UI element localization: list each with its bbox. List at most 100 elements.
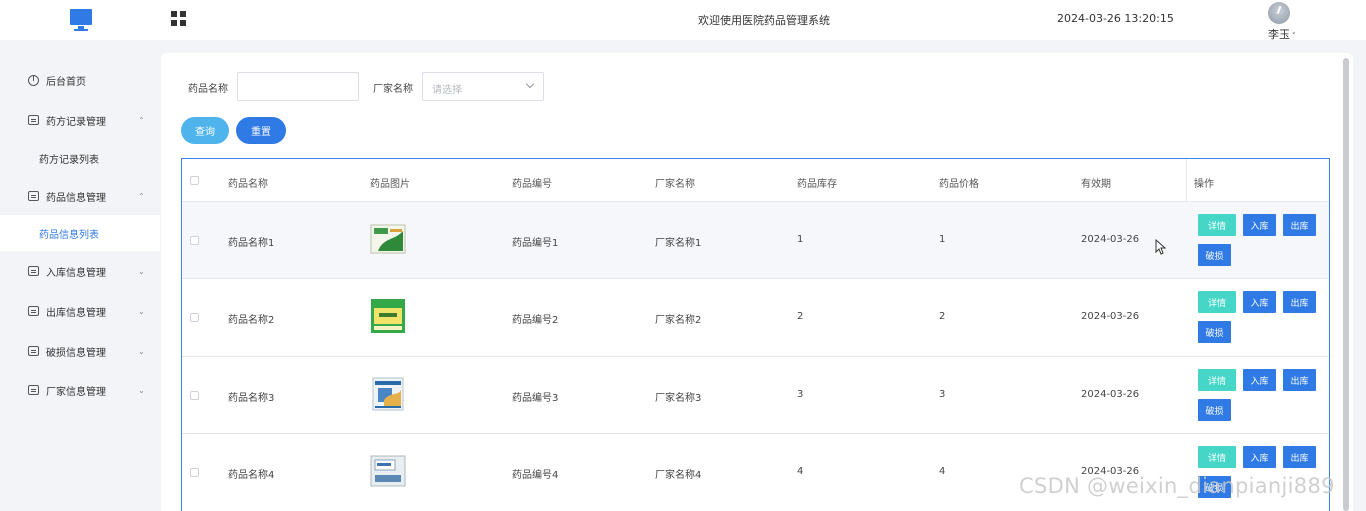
table-header: 药品名称 药品图片 药品编号 厂家名称 药品库存 药品价格 有效期 操作 [182, 159, 1329, 202]
expiry-cell: 2024-03-26 [1081, 389, 1140, 400]
column-header[interactable]: 药品图片 [370, 175, 410, 190]
column-header[interactable]: 药品库存 [797, 175, 837, 190]
stock-out-button[interactable]: 出库 [1283, 369, 1316, 391]
sidebar-item-label: 破损信息管理 [46, 347, 106, 359]
stock-cell: 2 [797, 311, 804, 322]
sidebar-item-dashboard[interactable]: 后台首页 [0, 62, 160, 98]
select-all-checkbox[interactable] [190, 176, 199, 185]
sidebar-subitem-prescription-list[interactable]: 药方记录列表 [0, 140, 160, 176]
price-cell: 1 [939, 234, 946, 245]
column-header[interactable]: 厂家名称 [655, 175, 695, 190]
sidebar-item-manufacturer-management[interactable]: 厂家信息管理 ⌄ [0, 372, 160, 408]
column-header[interactable]: 有效期 [1081, 175, 1111, 190]
drug-table: 药品名称 药品图片 药品编号 厂家名称 药品库存 药品价格 有效期 操作 药品名… [181, 158, 1330, 511]
drug-name-cell: 药品名称4 [228, 470, 275, 481]
sidebar-item-prescription-management[interactable]: 药方记录管理 ⌃ [0, 102, 160, 138]
pie-chart-icon [28, 74, 39, 86]
stock-out-button[interactable]: 出库 [1283, 291, 1316, 313]
drug-name-cell: 药品名称3 [228, 393, 275, 404]
chevron-up-icon: ⌃ [138, 115, 145, 125]
avatar[interactable] [1268, 2, 1290, 24]
list-card-icon [28, 191, 39, 201]
sidebar-item-label: 后台首页 [46, 76, 86, 88]
detail-button[interactable]: 详情 [1198, 291, 1236, 313]
table-row[interactable]: 药品名称4 药品编号4 厂家名称4 4 4 2024-03-26 详情 入库 出… [182, 434, 1329, 511]
chevron-up-icon: ⌃ [138, 191, 145, 201]
drug-code-cell: 药品编号3 [512, 393, 559, 404]
stock-in-button[interactable]: 入库 [1243, 446, 1276, 468]
stock-in-button[interactable]: 入库 [1243, 291, 1276, 313]
drug-name-cell: 药品名称1 [228, 238, 275, 249]
manufacturer-label: 厂家名称 [373, 84, 413, 95]
list-card-icon [28, 385, 39, 395]
price-cell: 3 [939, 389, 946, 400]
column-header[interactable]: 药品价格 [939, 175, 979, 190]
stock-in-button[interactable]: 入库 [1243, 369, 1276, 391]
chevron-down-icon[interactable]: ˅ [1292, 32, 1296, 40]
drug-image[interactable] [370, 221, 406, 257]
chevron-down-icon: ⌄ [138, 306, 145, 316]
stock-out-button[interactable]: 出库 [1283, 446, 1316, 468]
drug-name-label: 药品名称 [188, 84, 228, 95]
sidebar: 后台首页 药方记录管理 ⌃ 药方记录列表 药品信息管理 ⌃ 药品信息列表 入库信… [0, 40, 160, 511]
manufacturer-cell: 厂家名称1 [655, 238, 702, 249]
sidebar-item-label: 药方记录列表 [39, 154, 99, 166]
table-row[interactable]: 药品名称3 药品编号3 厂家名称3 3 3 2024-03-26 详情 入库 出… [182, 357, 1329, 434]
price-cell: 4 [939, 466, 946, 477]
user-menu[interactable]: 李玉 ˅ [1265, 2, 1305, 41]
list-card-icon [28, 115, 39, 125]
column-header[interactable]: 药品名称 [228, 175, 268, 190]
sidebar-item-label: 入库信息管理 [46, 267, 106, 279]
stock-cell: 1 [797, 234, 804, 245]
column-header: 操作 [1194, 179, 1214, 190]
detail-button[interactable]: 详情 [1198, 446, 1236, 468]
row-checkbox[interactable] [190, 468, 199, 477]
vertical-scrollbar[interactable] [1343, 58, 1349, 511]
sidebar-item-label: 药品信息管理 [46, 192, 106, 204]
drug-code-cell: 药品编号4 [512, 470, 559, 481]
chevron-down-icon: ⌄ [138, 266, 145, 276]
stock-in-button[interactable]: 入库 [1243, 214, 1276, 236]
sidebar-item-stock-out-management[interactable]: 出库信息管理 ⌄ [0, 293, 160, 329]
sidebar-subitem-drug-info-list[interactable]: 药品信息列表 [0, 215, 160, 251]
damage-button[interactable]: 破损 [1198, 399, 1231, 421]
expiry-cell: 2024-03-26 [1081, 311, 1140, 322]
detail-button[interactable]: 详情 [1198, 369, 1236, 391]
stock-cell: 3 [797, 389, 804, 400]
damage-button[interactable]: 破损 [1198, 321, 1231, 343]
drug-image[interactable] [370, 376, 406, 412]
drug-code-cell: 药品编号1 [512, 238, 559, 249]
top-header: 欢迎使用医院药品管理系统 2024-03-26 13:20:15 李玉 ˅ [0, 0, 1366, 41]
expiry-cell: 2024-03-26 [1081, 234, 1140, 245]
damage-button[interactable]: 破损 [1198, 244, 1231, 266]
reset-button[interactable]: 重置 [236, 117, 286, 144]
user-name: 李玉 [1268, 28, 1290, 41]
detail-button[interactable]: 详情 [1198, 214, 1236, 236]
list-card-icon [28, 266, 39, 276]
current-datetime: 2024-03-26 13:20:15 [1057, 12, 1174, 25]
column-header[interactable]: 药品编号 [512, 175, 552, 190]
stock-out-button[interactable]: 出库 [1283, 214, 1316, 236]
sidebar-item-stock-in-management[interactable]: 入库信息管理 ⌄ [0, 253, 160, 289]
sidebar-item-drug-info-management[interactable]: 药品信息管理 ⌃ [0, 178, 160, 214]
manufacturer-cell: 厂家名称2 [655, 315, 702, 326]
chevron-down-icon [525, 79, 535, 89]
drug-name-input[interactable] [237, 72, 359, 101]
chevron-down-icon: ⌄ [138, 346, 145, 356]
drug-image[interactable] [370, 298, 406, 334]
row-checkbox[interactable] [190, 313, 199, 322]
sidebar-item-label: 厂家信息管理 [46, 386, 106, 398]
table-row[interactable]: 药品名称2 药品编号2 厂家名称2 2 2 2024-03-26 详情 入库 出… [182, 279, 1329, 357]
query-button[interactable]: 查询 [181, 117, 229, 144]
sidebar-item-damage-management[interactable]: 破损信息管理 ⌄ [0, 333, 160, 369]
manufacturer-cell: 厂家名称3 [655, 393, 702, 404]
sidebar-item-label: 出库信息管理 [46, 307, 106, 319]
sidebar-item-label: 药品信息列表 [39, 229, 99, 241]
list-card-icon [28, 346, 39, 356]
row-checkbox[interactable] [190, 236, 199, 245]
mouse-cursor-icon [1155, 239, 1167, 255]
stock-cell: 4 [797, 466, 804, 477]
row-checkbox[interactable] [190, 391, 199, 400]
manufacturer-select[interactable]: 请选择 [422, 72, 544, 101]
drug-image[interactable] [370, 453, 406, 489]
